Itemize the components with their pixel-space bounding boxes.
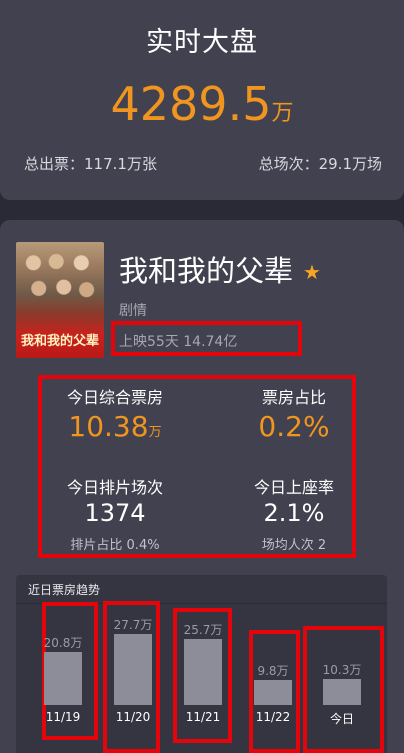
trend-bar[interactable] — [323, 679, 361, 705]
trend-bar-date: 11/20 — [115, 710, 151, 724]
trend-bar[interactable] — [184, 639, 222, 705]
trend-bar[interactable] — [254, 680, 292, 705]
occupancy-label: 今日上座率 — [253, 478, 334, 497]
trend-bar-value: 10.3万 — [322, 663, 362, 677]
trend-title: 近日票房趋势 — [28, 583, 101, 597]
gross-share-value: 0.2% — [258, 410, 330, 443]
trend-bar[interactable] — [114, 634, 152, 705]
shows-label: 今日排片场次 — [66, 478, 163, 497]
today-gross-value: 10.38 — [68, 410, 149, 443]
trend-bar-value: 9.8万 — [257, 664, 289, 678]
movie-name: 我和我的父辈 — [119, 254, 294, 288]
today-gross-label: 今日综合票房 — [66, 388, 163, 407]
realtime-card: 实时大盘 4289.5万 总出票：117.1万张 总场次：29.1万场 — [0, 0, 404, 200]
movie-genre: 剧情 — [119, 303, 147, 319]
movie-poster[interactable]: 我和我的父辈 — [16, 242, 104, 358]
total-gross-unit: 万 — [271, 101, 294, 126]
today-gross: 10.38万 — [55, 410, 175, 443]
trend-bar-date: 11/19 — [45, 710, 81, 724]
shows-value: 1374 — [84, 499, 146, 527]
total-gross: 4289.5万 — [0, 76, 404, 142]
trend-bar-value: 25.7万 — [183, 623, 223, 637]
trend-bar[interactable] — [44, 652, 82, 705]
today-gross-unit: 万 — [148, 425, 162, 440]
highlight-box-release — [111, 321, 302, 356]
avg-audience: 场均人次 2 — [261, 538, 327, 553]
trend-bar-date: 11/22 — [255, 710, 291, 724]
movie-card[interactable]: 我和我的父辈 我和我的父辈 ★ 剧情 上映55天 14.74亿 今日综合票房 1… — [0, 220, 404, 753]
shows-share: 排片占比 0.4% — [70, 538, 160, 553]
poster-artwork — [22, 250, 98, 314]
total-tickets: 总出票：117.1万张 — [24, 155, 157, 173]
trend-bar-value: 27.7万 — [113, 618, 153, 632]
occupancy-value: 2.1% — [263, 499, 325, 527]
realtime-title: 实时大盘 — [146, 27, 258, 58]
trend-bar-date: 11/21 — [185, 710, 221, 724]
trend-bar-value: 20.8万 — [43, 636, 83, 650]
trend-bar-date: 今日 — [329, 712, 354, 726]
star-icon: ★ — [303, 260, 321, 284]
gross-share-label: 票房占比 — [261, 388, 326, 407]
total-shows: 总场次：29.1万场 — [258, 155, 382, 173]
total-gross-value: 4289.5 — [110, 77, 272, 131]
poster-title: 我和我的父辈 — [20, 334, 99, 349]
